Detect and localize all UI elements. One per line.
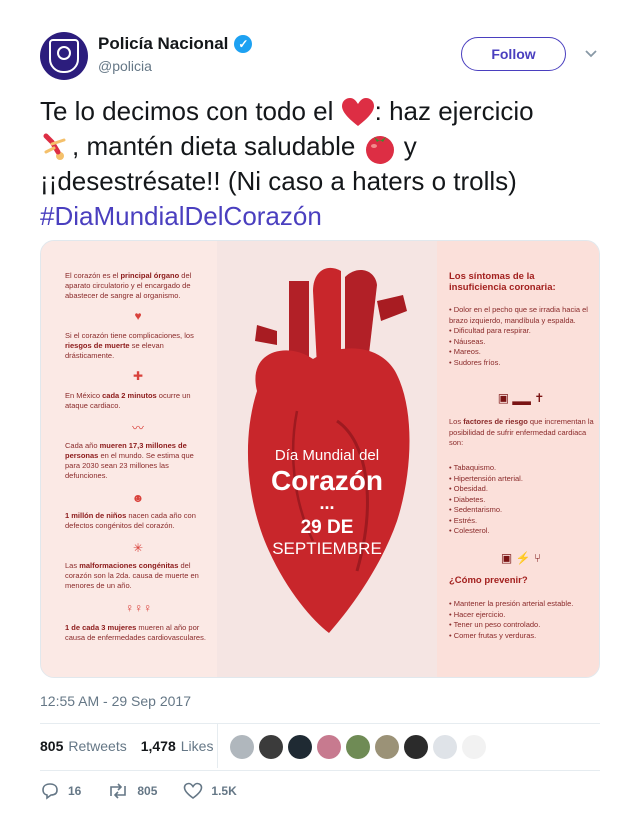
- tweet-text-part: , mantén dieta saludable: [72, 131, 363, 161]
- like-button[interactable]: 1.5K: [183, 782, 237, 800]
- reply-button[interactable]: 16: [40, 782, 81, 800]
- infographic-left-column: El corazón es el principal órgano del ap…: [41, 241, 217, 677]
- liker-avatar[interactable]: [259, 735, 283, 759]
- tweet-stats: 805 Retweets 1,478 Likes: [40, 738, 213, 754]
- chevron-down-icon[interactable]: [584, 46, 598, 60]
- women-icon: ♀♀♀: [125, 601, 152, 615]
- liker-avatar[interactable]: [462, 735, 486, 759]
- risk-icons: ▣ ▂▂ ✝: [497, 391, 545, 405]
- liker-avatar[interactable]: [317, 735, 341, 759]
- risk-list: • Tabaquismo. • Hipertensión arterial. •…: [449, 463, 523, 535]
- heartbeat-icon: 〰: [131, 421, 144, 435]
- divider: [40, 770, 600, 771]
- heart-icon: [184, 782, 203, 799]
- fact-6: 1 de cada 3 mujeres mueren al año por ca…: [65, 623, 206, 642]
- symptoms-title: Los síntomas de la insuficiencia coronar…: [449, 271, 556, 293]
- gymnast-emoji-icon: [43, 133, 66, 161]
- tweet-media-infographic[interactable]: El corazón es el principal órgano del ap…: [40, 240, 600, 678]
- risk-intro: Los factores de riesgo que incrementan l…: [449, 417, 594, 447]
- hashtag-link[interactable]: #DiaMundialDelCorazón: [40, 201, 322, 231]
- retweet-button[interactable]: 805: [107, 782, 157, 800]
- heart-dots: ...: [319, 493, 335, 513]
- tweet-text-part: y: [396, 131, 417, 161]
- verified-badge-icon: ✓: [234, 35, 253, 53]
- liker-avatar[interactable]: [375, 735, 399, 759]
- prevent-title: ¿Cómo prevenir?: [449, 575, 528, 586]
- reply-icon: [42, 783, 58, 800]
- heart-date-line2: SEPTIEMBRE: [272, 539, 382, 558]
- stats-separator: [217, 724, 218, 768]
- tweet-text-part: Te lo decimos con todo el: [40, 96, 341, 126]
- fact-1: Si el corazón tiene complicaciones, los …: [65, 331, 194, 360]
- fact-4: 1 millón de niños nacen cada año con def…: [65, 511, 196, 530]
- liker-avatars: [230, 735, 486, 759]
- tweet-actions: 16 805 1.5K: [40, 782, 263, 800]
- liker-avatar[interactable]: [230, 735, 254, 759]
- account-name[interactable]: Policía Nacional: [98, 34, 228, 54]
- liker-avatar[interactable]: [346, 735, 370, 759]
- account-handle[interactable]: @policia: [98, 58, 152, 74]
- baby-icon: ☻: [131, 491, 145, 505]
- prevent-list: • Mantener la presión arterial estable. …: [449, 599, 574, 640]
- tomato-icon: [365, 136, 394, 165]
- liker-avatar[interactable]: [433, 735, 457, 759]
- police-emblem-icon: [49, 39, 79, 73]
- account-avatar[interactable]: [40, 32, 88, 80]
- red-heart-icon: [341, 98, 374, 127]
- heart-date-line1: 29 DE: [300, 517, 354, 538]
- fact-2: En México cada 2 minutos ocurre un ataqu…: [65, 391, 191, 410]
- heart-title-line1: Día Mundial del: [274, 447, 380, 464]
- symptoms-list: • Dolor en el pecho que se irradia hacia…: [449, 305, 588, 367]
- prevention-icons: ▣ ⚡ ⑂: [500, 551, 542, 565]
- tweet-text-part: : haz ejercicio: [374, 96, 534, 126]
- heart-hands-icon: ♥: [134, 309, 142, 323]
- liker-avatar[interactable]: [404, 735, 428, 759]
- medical-cross-icon: ✚: [132, 369, 144, 383]
- virus-icon: ✳: [132, 541, 144, 555]
- fact-3: Cada año mueren 17,3 millones de persona…: [65, 441, 194, 480]
- retweets-stat[interactable]: 805 Retweets: [40, 738, 127, 754]
- retweet-icon: [110, 783, 127, 799]
- like-count: 1.5K: [211, 784, 237, 798]
- fact-0: El corazón es el principal órgano del ap…: [65, 271, 192, 300]
- infographic-center-column: Día Mundial del Corazón ... 29 DE SEPTIE…: [217, 241, 437, 677]
- fact-5: Las malformaciones congénitas del corazó…: [65, 561, 199, 590]
- reply-count: 16: [68, 784, 82, 798]
- tweet-text: Te lo decimos con todo el : haz ejercici…: [40, 94, 600, 234]
- retweet-count: 805: [137, 784, 158, 798]
- divider: [40, 723, 600, 724]
- infographic-right-column: Los síntomas de la insuficiencia coronar…: [437, 241, 599, 677]
- account-name-row[interactable]: Policía Nacional ✓: [98, 34, 253, 54]
- follow-button[interactable]: Follow: [461, 37, 566, 71]
- likes-stat[interactable]: 1,478 Likes: [141, 738, 214, 754]
- tweet-timestamp[interactable]: 12:55 AM - 29 Sep 2017: [40, 693, 191, 709]
- liker-avatar[interactable]: [288, 735, 312, 759]
- tweet-text-part: ¡¡desestrésate!! (Ni caso a haters o tro…: [40, 166, 517, 197]
